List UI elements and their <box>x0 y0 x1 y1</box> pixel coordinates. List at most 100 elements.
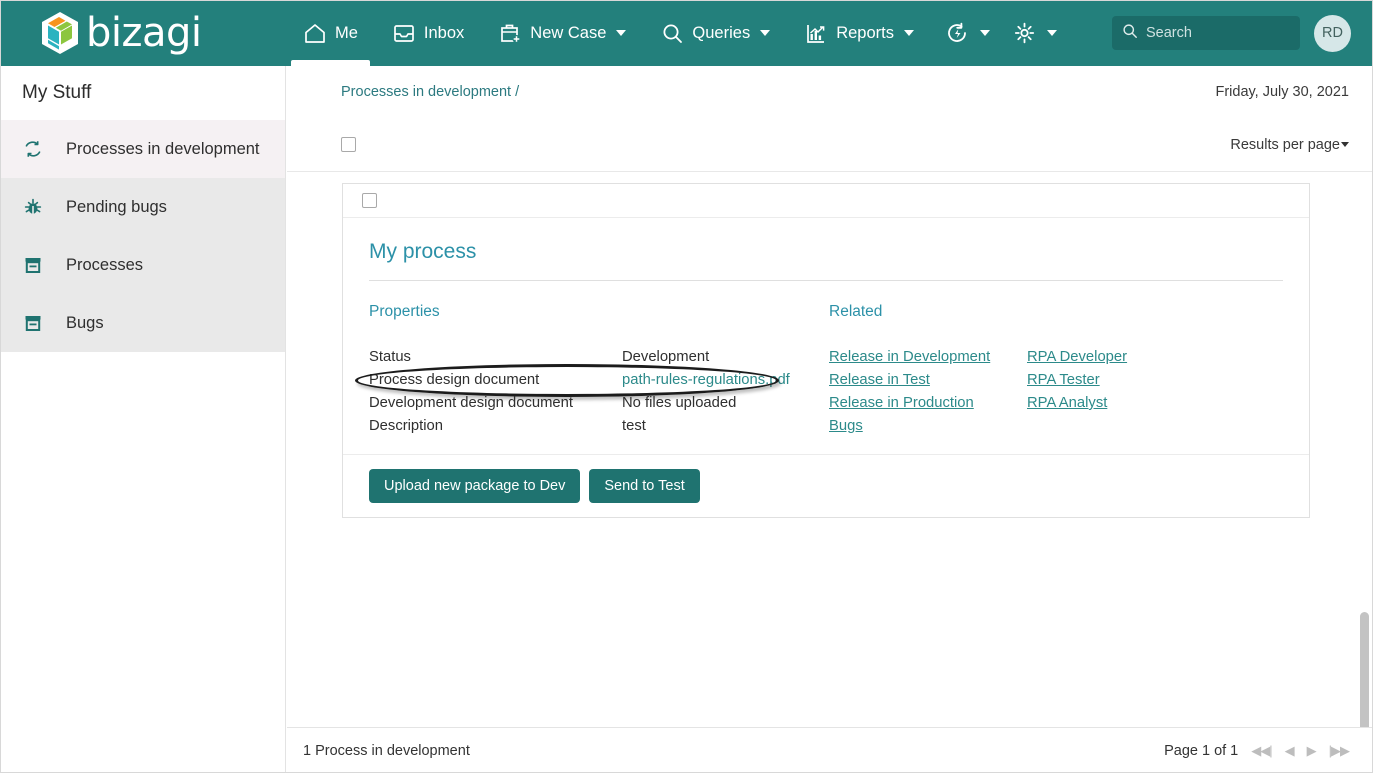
nav-item-automation[interactable] <box>931 0 998 66</box>
breadcrumb[interactable]: Processes in development / <box>341 84 519 100</box>
main-nav: Me Inbox New Case Queries Reports <box>286 0 1065 66</box>
nav-item-new-case[interactable]: New Case <box>481 0 643 66</box>
nav-item-me[interactable]: Me <box>286 0 375 66</box>
property-value-file-link[interactable]: path-rules-regulations.pdf <box>622 369 790 392</box>
related-link[interactable]: RPA Tester <box>1027 369 1100 392</box>
process-card-body: My process Properties Status Development… <box>343 218 1309 454</box>
nav-label-queries: Queries <box>692 23 751 42</box>
process-card-header <box>343 184 1309 218</box>
select-all-checkbox[interactable] <box>341 137 356 152</box>
related-column: Related Release in Development Release i… <box>829 303 1283 438</box>
top-header: bizagi Me Inbox New Case Queries Reports… <box>0 0 1373 66</box>
sync-icon <box>22 138 44 160</box>
header-right-group: RD <box>1112 14 1373 52</box>
property-value: test <box>622 418 646 434</box>
chevron-down-icon <box>1046 30 1057 36</box>
nav-label-me: Me <box>335 23 358 42</box>
page-indicator: Page 1 of 1 <box>1164 742 1239 759</box>
property-value: No files uploaded <box>622 395 737 411</box>
nav-item-settings[interactable] <box>998 0 1065 66</box>
search-icon <box>660 22 684 45</box>
home-icon <box>303 22 327 44</box>
sidebar-label: Processes in development <box>66 139 260 158</box>
send-to-test-button[interactable]: Send to Test <box>589 469 700 503</box>
results-per-page-label: Results per page <box>1230 136 1340 153</box>
chevron-down-icon <box>616 30 627 36</box>
sidebar-title: My Stuff <box>22 82 92 103</box>
nav-item-queries[interactable]: Queries <box>643 0 787 66</box>
nav-item-reports[interactable]: Reports <box>787 0 931 66</box>
property-row-status: Status Development <box>369 346 829 369</box>
sidebar: My Stuff Processes in development Pendin… <box>0 66 286 773</box>
related-link[interactable]: Release in Development <box>829 346 990 369</box>
sidebar-item-bugs[interactable]: Bugs <box>0 294 285 352</box>
related-link[interactable]: RPA Developer <box>1027 346 1127 369</box>
sidebar-list: Processes in development Pending bugs Pr… <box>0 120 285 352</box>
related-link[interactable]: Release in Test <box>829 369 930 392</box>
results-per-page-dropdown[interactable]: Results per page <box>1230 137 1349 153</box>
property-row-process-design-document: Process design document path-rules-regul… <box>355 364 829 397</box>
bizagi-cube-logo-icon <box>42 12 78 54</box>
breadcrumb-row: Processes in development / Friday, July … <box>287 66 1373 118</box>
first-page-icon[interactable]: ◀◀| <box>1251 743 1272 759</box>
sidebar-label: Pending bugs <box>66 197 167 216</box>
bug-icon <box>22 196 44 218</box>
related-links-grid: Release in Development Release in Test R… <box>829 346 1283 438</box>
search-input[interactable] <box>1146 25 1286 41</box>
chart-icon <box>804 22 828 45</box>
properties-section-title: Properties <box>369 303 440 320</box>
related-link[interactable]: Bugs <box>829 415 863 438</box>
related-section-title: Related <box>829 303 883 320</box>
vertical-scrollbar-thumb[interactable] <box>1360 612 1369 742</box>
nav-item-inbox[interactable]: Inbox <box>375 0 481 66</box>
sidebar-item-processes[interactable]: Processes <box>0 236 285 294</box>
property-row-description: Description test <box>369 415 829 438</box>
gear-icon <box>1012 21 1037 45</box>
property-key: Development design document <box>369 395 573 411</box>
properties-column: Properties Status Development Process de… <box>355 303 829 438</box>
row-select-checkbox[interactable] <box>362 193 377 208</box>
related-link[interactable]: RPA Analyst <box>1027 392 1107 415</box>
sidebar-label: Bugs <box>66 313 104 332</box>
chevron-down-icon <box>903 30 914 36</box>
current-date: Friday, July 30, 2021 <box>1215 84 1349 100</box>
brand-logo[interactable]: bizagi <box>0 0 286 66</box>
sidebar-item-pending-bugs[interactable]: Pending bugs <box>0 178 285 236</box>
property-key: Process design document <box>369 372 540 388</box>
list-toolbar: Results per page <box>287 118 1373 172</box>
prev-page-icon[interactable]: ◀ <box>1285 743 1295 759</box>
process-card-actions: Upload new package to Dev Send to Test <box>343 454 1309 517</box>
nav-label-inbox: Inbox <box>423 23 465 42</box>
archive-box-icon <box>22 312 44 334</box>
nav-label-reports: Reports <box>836 23 894 42</box>
chevron-down-icon <box>1341 142 1349 147</box>
nav-label-new-case: New Case <box>530 23 607 42</box>
chevron-down-icon <box>979 30 990 36</box>
upload-new-package-button[interactable]: Upload new package to Dev <box>369 469 581 503</box>
footer-bar: 1 Process in development Page 1 of 1 ◀◀|… <box>287 727 1373 773</box>
avatar[interactable]: RD <box>1314 14 1351 52</box>
automation-refresh-icon <box>945 21 970 45</box>
sidebar-item-processes-in-development[interactable]: Processes in development <box>0 120 285 178</box>
property-key: Status <box>369 349 411 365</box>
briefcase-plus-icon <box>498 22 522 44</box>
related-link[interactable]: Release in Production <box>829 392 974 415</box>
chevron-down-icon <box>760 30 771 36</box>
search-icon <box>1122 23 1138 44</box>
brand-name: bizagi <box>86 10 202 56</box>
related-links-column-one: Release in Development Release in Test R… <box>829 346 1027 438</box>
property-key: Description <box>369 418 444 434</box>
archive-box-icon <box>22 254 44 276</box>
process-title[interactable]: My process <box>369 240 1283 281</box>
avatar-initials: RD <box>1322 25 1343 41</box>
last-page-icon[interactable]: |▶▶ <box>1329 743 1350 759</box>
main-content: Processes in development / Friday, July … <box>287 66 1373 773</box>
related-links-column-two: RPA Developer RPA Tester RPA Analyst <box>1027 346 1225 438</box>
result-count: 1 Process in development <box>303 742 470 759</box>
bizagi-work-portal: bizagi Me Inbox New Case Queries Reports… <box>0 0 1373 773</box>
results-scroll-area: My process Properties Status Development… <box>287 172 1373 746</box>
card-columns: Properties Status Development Process de… <box>355 303 1283 438</box>
next-page-icon[interactable]: ▶ <box>1307 743 1317 759</box>
search-box[interactable] <box>1112 16 1300 50</box>
property-value: Development <box>622 349 710 365</box>
